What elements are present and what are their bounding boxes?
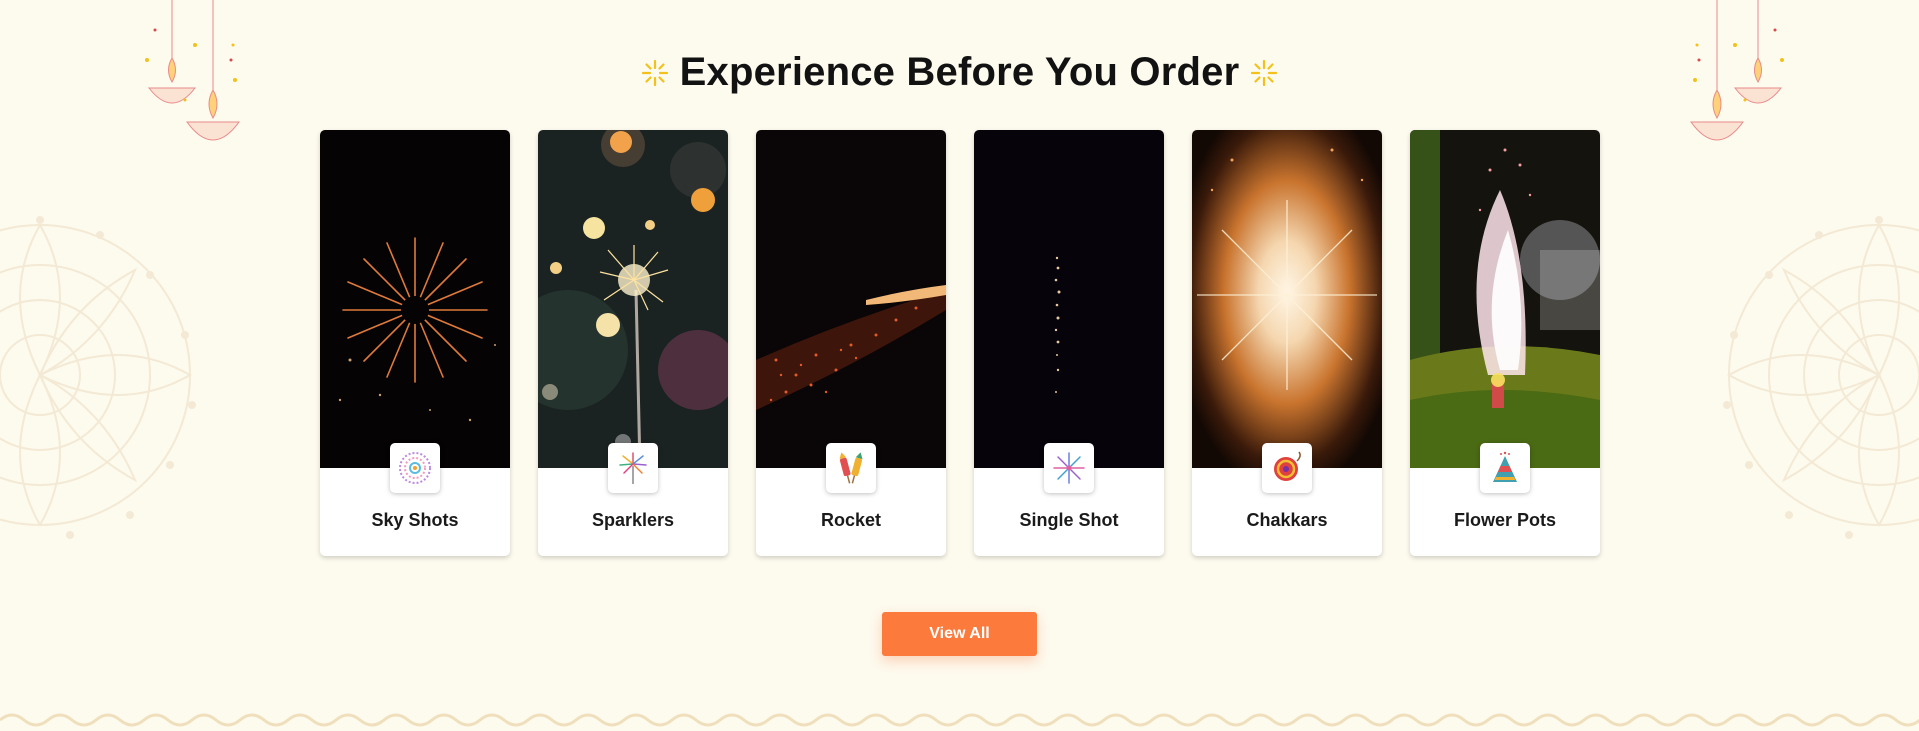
category-label: Sparklers [591, 510, 675, 530]
view-all-button[interactable]: View All [882, 612, 1037, 656]
category-card-sky-shots[interactable]: Sky Shots [320, 130, 510, 556]
sparkle-icon [1251, 59, 1278, 86]
category-card-single-shot[interactable]: Single Shot [974, 130, 1164, 556]
category-label: Sky Shots [371, 510, 459, 530]
category-card-list: Sky Shots Sparklers Rocket Single Shot C… [320, 130, 1600, 556]
category-badge [1480, 443, 1530, 493]
video-thumbnail[interactable] [1410, 130, 1600, 468]
category-badge [826, 443, 876, 493]
category-card-flower-pots[interactable]: Flower Pots [1410, 130, 1600, 556]
category-card-rocket[interactable]: Rocket [756, 130, 946, 556]
rocket-icon [839, 452, 863, 484]
sparklers-icon [619, 452, 647, 484]
category-card-chakkars[interactable]: Chakkars [1192, 130, 1382, 556]
video-thumbnail[interactable] [320, 130, 510, 468]
category-card-sparklers[interactable]: Sparklers [538, 130, 728, 556]
category-badge [608, 443, 658, 493]
page-title: Experience Before You Order [679, 50, 1240, 94]
category-label: Rocket [820, 510, 882, 530]
single-shot-icon [1053, 452, 1085, 484]
category-label: Single Shot [1019, 510, 1119, 530]
video-thumbnail[interactable] [1192, 130, 1382, 468]
flower-pot-icon [1493, 451, 1517, 482]
video-thumbnail[interactable] [538, 130, 728, 468]
mandala-decoration-left [0, 216, 196, 539]
video-thumbnail[interactable] [974, 130, 1164, 468]
category-label: Flower Pots [1453, 510, 1556, 530]
category-label: Chakkars [1246, 510, 1328, 530]
category-badge [390, 443, 440, 493]
video-thumbnail[interactable] [756, 130, 946, 468]
category-badge [1044, 443, 1094, 493]
category-badge [1262, 443, 1312, 493]
sky-shots-icon [399, 452, 431, 484]
wave-border-decoration [0, 713, 1919, 727]
section-heading: Experience Before You Order [0, 50, 1919, 95]
mandala-decoration-right [1723, 216, 1919, 539]
chakkar-icon [1274, 451, 1301, 481]
sparkle-icon [641, 59, 668, 86]
